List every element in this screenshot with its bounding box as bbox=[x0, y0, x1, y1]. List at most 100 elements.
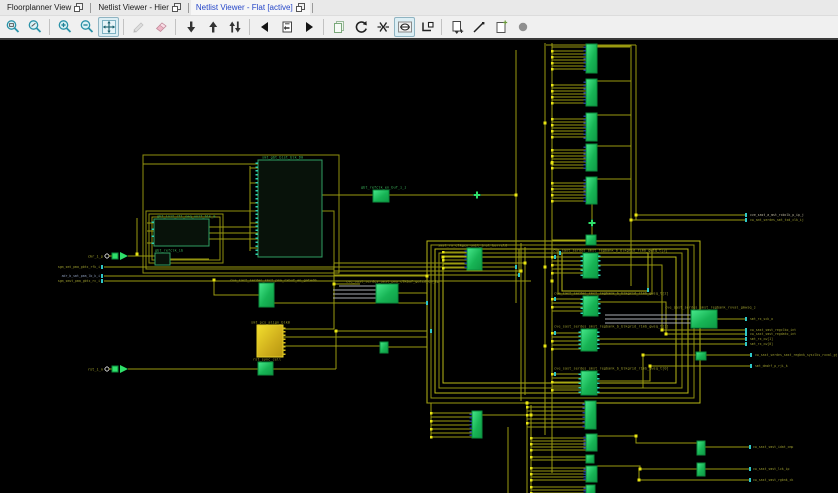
net-label[interactable]: cw_sast_smst_rgbnk_ck bbox=[753, 478, 793, 482]
netlist-block[interactable] bbox=[586, 144, 597, 171]
push-down-button[interactable] bbox=[180, 17, 201, 37]
back-button[interactable] bbox=[254, 17, 275, 37]
block-pin bbox=[583, 190, 586, 192]
float-window-icon[interactable] bbox=[74, 3, 83, 12]
netlist-block[interactable] bbox=[380, 342, 388, 353]
zoom-fit-button[interactable] bbox=[98, 17, 119, 37]
netlist-block[interactable] bbox=[586, 113, 597, 141]
netlist-block[interactable] bbox=[586, 44, 597, 73]
net-wire[interactable] bbox=[639, 469, 750, 480]
show-content-button[interactable] bbox=[394, 17, 415, 37]
buffer-triangle-icon[interactable] bbox=[120, 365, 128, 373]
float-window-icon[interactable] bbox=[296, 3, 305, 12]
port-symbol[interactable] bbox=[105, 367, 109, 371]
current-sheet-button[interactable] bbox=[276, 17, 297, 37]
new-sheet-button[interactable] bbox=[490, 17, 511, 37]
net-label[interactable]: adr_b_smt_pma_lb_k_i bbox=[62, 274, 100, 278]
netlist-block[interactable] bbox=[258, 362, 273, 375]
tab-netlist-viewer-hier[interactable]: Netlist Viewer - Hier bbox=[93, 0, 186, 15]
netlist-block[interactable] bbox=[581, 329, 597, 351]
add-sheet-note-button[interactable] bbox=[446, 17, 467, 37]
netlist-block[interactable] bbox=[155, 253, 170, 265]
block-pin bbox=[582, 403, 585, 405]
block-pin bbox=[583, 157, 586, 159]
bus-tap bbox=[101, 279, 103, 283]
block-pin bbox=[583, 150, 586, 152]
routing-loop[interactable] bbox=[443, 257, 676, 383]
netlist-block[interactable] bbox=[586, 466, 597, 482]
net-label[interactable]: smt_rx_sck_o bbox=[750, 317, 773, 321]
netlist-block[interactable] bbox=[697, 463, 705, 476]
netlist-block[interactable] bbox=[581, 371, 597, 395]
schematic-svg[interactable]: smt_gbt_bist_blk_D0gbt_init_ctl_seq_unit… bbox=[0, 40, 838, 493]
netlist-block[interactable] bbox=[586, 235, 596, 245]
netlist-block[interactable] bbox=[472, 411, 482, 438]
junction-dot bbox=[551, 340, 553, 342]
push-pop-button[interactable] bbox=[224, 17, 245, 37]
netlist-block[interactable] bbox=[257, 325, 283, 357]
float-window-icon[interactable] bbox=[172, 3, 181, 12]
netlist-block[interactable] bbox=[586, 177, 597, 204]
erase-button[interactable] bbox=[150, 17, 171, 37]
block-pin bbox=[583, 126, 586, 128]
tab-floorplanner-view[interactable]: Floorplanner View bbox=[2, 0, 88, 15]
net-label[interactable]: cw_sast_serdes_smst_regbnk_sysclks_rxval… bbox=[755, 353, 838, 357]
record-button[interactable] bbox=[512, 17, 533, 37]
net-wire[interactable] bbox=[594, 466, 697, 469]
net-label[interactable]: smt_dmshf_p_rji_k bbox=[755, 364, 788, 368]
zoom-cursor-button[interactable] bbox=[24, 17, 45, 37]
block-pin bbox=[255, 226, 258, 228]
input-buffer-icon[interactable] bbox=[112, 253, 118, 259]
input-buffer-icon[interactable] bbox=[112, 366, 118, 372]
block-pin bbox=[578, 378, 581, 380]
net-label[interactable]: cve_sast_a_mst_rxbclk_p_ip_j bbox=[750, 213, 804, 217]
net-label[interactable]: smt_rx_cw[1] bbox=[750, 337, 773, 341]
edit-button bbox=[128, 17, 149, 37]
net-label[interactable]: cw_sast_smst_lck_ip bbox=[753, 467, 790, 471]
netlist-block[interactable] bbox=[585, 401, 596, 429]
block-pin bbox=[583, 119, 586, 121]
netlist-block[interactable] bbox=[259, 283, 274, 307]
netlist-block[interactable] bbox=[376, 284, 398, 303]
tab-netlist-viewer-flat-active[interactable]: Netlist Viewer - Flat [active] bbox=[191, 0, 310, 15]
netlist-block[interactable] bbox=[258, 160, 322, 257]
zoom-window-button[interactable] bbox=[2, 17, 23, 37]
port-symbol[interactable] bbox=[105, 254, 109, 258]
netlist-block[interactable] bbox=[586, 434, 597, 451]
netlist-block[interactable] bbox=[691, 310, 717, 328]
net-label[interactable]: smt_rx_cw[0] bbox=[750, 342, 773, 346]
block-pin bbox=[583, 85, 586, 87]
collapse-button[interactable] bbox=[372, 17, 393, 37]
expand-corner-button[interactable] bbox=[416, 17, 437, 37]
net-label[interactable]: cw_sast_smst_idat_cmp bbox=[753, 445, 793, 449]
netlist-block[interactable] bbox=[373, 190, 389, 202]
net-wire[interactable] bbox=[598, 265, 746, 330]
netlist-block[interactable] bbox=[697, 441, 705, 455]
pop-up-button[interactable] bbox=[202, 17, 223, 37]
zoom-in-button[interactable] bbox=[54, 17, 75, 37]
routing-loop[interactable] bbox=[558, 249, 652, 294]
netlist-block[interactable] bbox=[583, 296, 598, 316]
netlist-block[interactable] bbox=[586, 485, 595, 493]
netlist-block[interactable] bbox=[696, 352, 706, 360]
net-label[interactable]: sgm_smt_pma_gbtx_rfk_i bbox=[58, 265, 100, 269]
netlist-block[interactable] bbox=[154, 219, 209, 246]
zoom-out-button[interactable] bbox=[76, 17, 97, 37]
net-label[interactable]: cw_sast_smst_regdato_int bbox=[750, 332, 796, 336]
netlist-block[interactable] bbox=[583, 253, 598, 278]
net-label[interactable]: cw_smt_serdes_smt_txd_clk_ij bbox=[750, 218, 804, 222]
netlist-block[interactable] bbox=[467, 248, 482, 270]
reload-button[interactable] bbox=[350, 17, 371, 37]
junction-dot bbox=[551, 162, 554, 165]
routing-loop[interactable] bbox=[562, 253, 648, 291]
forward-button[interactable] bbox=[298, 17, 319, 37]
draw-line-button[interactable] bbox=[468, 17, 489, 37]
net-wire[interactable] bbox=[596, 436, 697, 443]
net-label[interactable]: sgm_smst_pma_gbtx_rc_i bbox=[58, 279, 100, 283]
netlist-block[interactable] bbox=[586, 79, 597, 106]
net-wire[interactable] bbox=[214, 281, 259, 295]
schematic-canvas[interactable]: smt_gbt_bist_blk_D0gbt_init_ctl_seq_unit… bbox=[0, 38, 838, 493]
netlist-block[interactable] bbox=[586, 455, 594, 463]
copy-view-button[interactable] bbox=[328, 17, 349, 37]
buffer-triangle-icon[interactable] bbox=[120, 252, 128, 260]
